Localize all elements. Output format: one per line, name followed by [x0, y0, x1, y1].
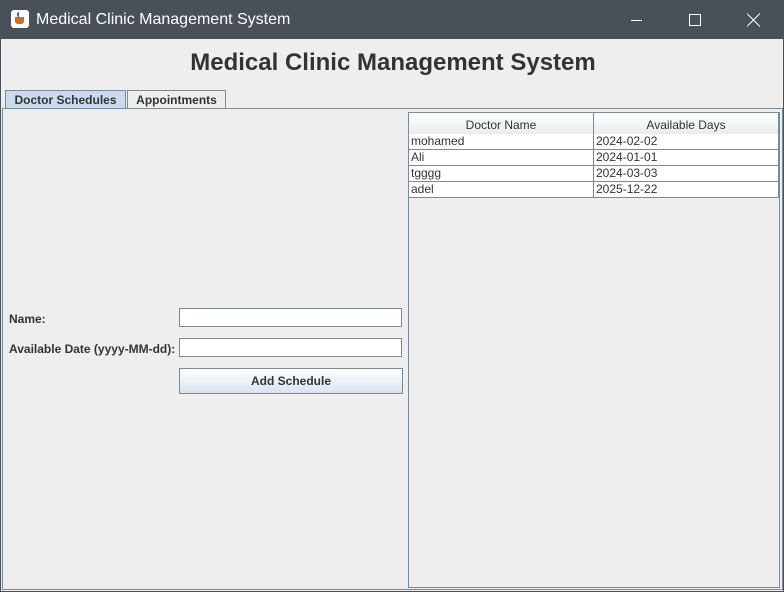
title-bar[interactable]: Medical Clinic Management System [1, 1, 784, 39]
add-schedule-button[interactable]: Add Schedule [179, 368, 403, 394]
column-header-doctor-name[interactable]: Doctor Name [409, 113, 594, 134]
table-row[interactable]: mohamed 2024-02-02 [409, 134, 779, 150]
minimize-icon [630, 19, 642, 21]
doctor-name-cell[interactable]: mohamed [409, 134, 594, 150]
app-window: Medical Clinic Management System Medical… [0, 0, 784, 592]
doctor-name-cell[interactable]: adel [409, 182, 594, 198]
doctor-name-cell[interactable]: tgggg [409, 166, 594, 182]
available-day-cell[interactable]: 2025-12-22 [594, 182, 779, 198]
tab-doctor-schedules[interactable]: Doctor Schedules [5, 90, 126, 108]
close-button[interactable] [725, 1, 783, 39]
minimize-button[interactable] [607, 1, 665, 39]
maximize-icon [689, 14, 701, 26]
window-title: Medical Clinic Management System [36, 11, 291, 28]
available-day-cell[interactable]: 2024-01-01 [594, 150, 779, 166]
close-icon [747, 13, 761, 27]
page-title: Medical Clinic Management System [190, 49, 596, 76]
table-body: mohamed 2024-02-02 Ali 2024-01-01 tgggg … [409, 134, 779, 198]
maximize-button[interactable] [666, 1, 724, 39]
available-day-cell[interactable]: 2024-02-02 [594, 134, 779, 150]
doctor-schedule-table[interactable]: Doctor Name Available Days mohamed 2024-… [408, 112, 780, 588]
table-header: Doctor Name Available Days [409, 113, 779, 135]
name-label: Name: [9, 312, 46, 326]
tab-appointments[interactable]: Appointments [127, 90, 226, 108]
table-row[interactable]: Ali 2024-01-01 [409, 150, 779, 166]
available-date-label: Available Date (yyyy-MM-dd): [9, 342, 176, 356]
table-row[interactable]: adel 2025-12-22 [409, 182, 779, 198]
column-header-available-days[interactable]: Available Days [594, 113, 779, 134]
name-input[interactable] [179, 308, 402, 327]
java-app-icon [11, 10, 29, 28]
available-date-input[interactable] [179, 338, 402, 357]
doctor-name-cell[interactable]: Ali [409, 150, 594, 166]
table-row[interactable]: tgggg 2024-03-03 [409, 166, 779, 182]
available-day-cell[interactable]: 2024-03-03 [594, 166, 779, 182]
